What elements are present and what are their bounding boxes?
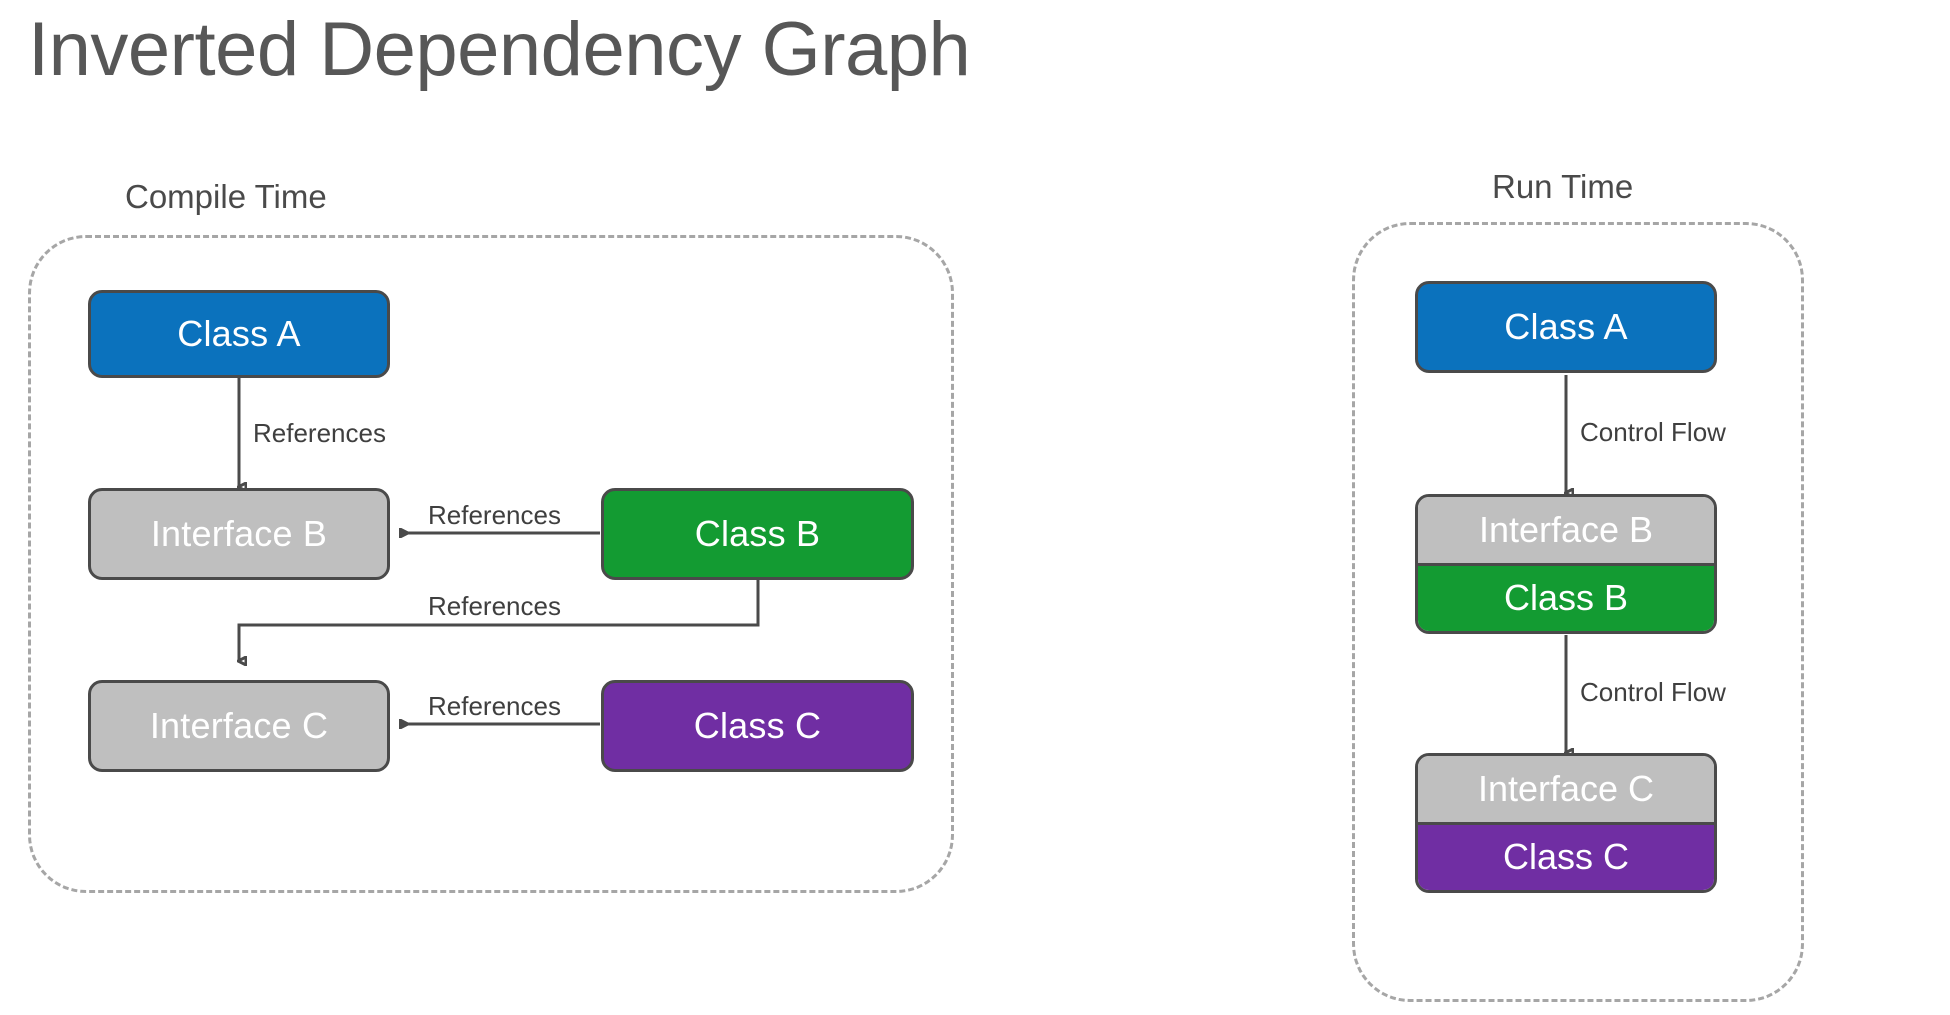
runtime-stack-b[interactable]: Interface B Class B <box>1415 494 1717 634</box>
page-title: Inverted Dependency Graph <box>28 7 971 92</box>
runtime-node-interface-b[interactable]: Interface B <box>1418 497 1714 566</box>
compile-time-caption: Compile Time <box>125 178 327 215</box>
compile-node-class-b[interactable]: Class B <box>601 488 914 580</box>
runtime-node-class-c[interactable]: Class C <box>1418 824 1714 890</box>
edge-label-class-a-to-interface-b: References <box>253 418 386 448</box>
edge-label-runtime-class-b-to-interface-c: Control Flow <box>1580 677 1726 707</box>
runtime-node-class-a[interactable]: Class A <box>1415 281 1717 373</box>
runtime-node-class-b[interactable]: Class B <box>1418 565 1714 631</box>
runtime-node-interface-c[interactable]: Interface C <box>1418 756 1714 825</box>
runtime-stack-c[interactable]: Interface C Class C <box>1415 753 1717 893</box>
edge-label-class-b-to-interface-c: References <box>428 591 561 621</box>
compile-node-interface-c[interactable]: Interface C <box>88 680 390 772</box>
edge-label-class-c-to-interface-c: References <box>428 691 561 721</box>
edge-label-runtime-class-a-to-interface-b: Control Flow <box>1580 417 1726 447</box>
compile-node-class-a[interactable]: Class A <box>88 290 390 378</box>
run-time-caption: Run Time <box>1492 168 1634 205</box>
edge-label-class-b-to-interface-b: References <box>428 500 561 530</box>
compile-node-interface-b[interactable]: Interface B <box>88 488 390 580</box>
compile-node-class-c[interactable]: Class C <box>601 680 914 772</box>
